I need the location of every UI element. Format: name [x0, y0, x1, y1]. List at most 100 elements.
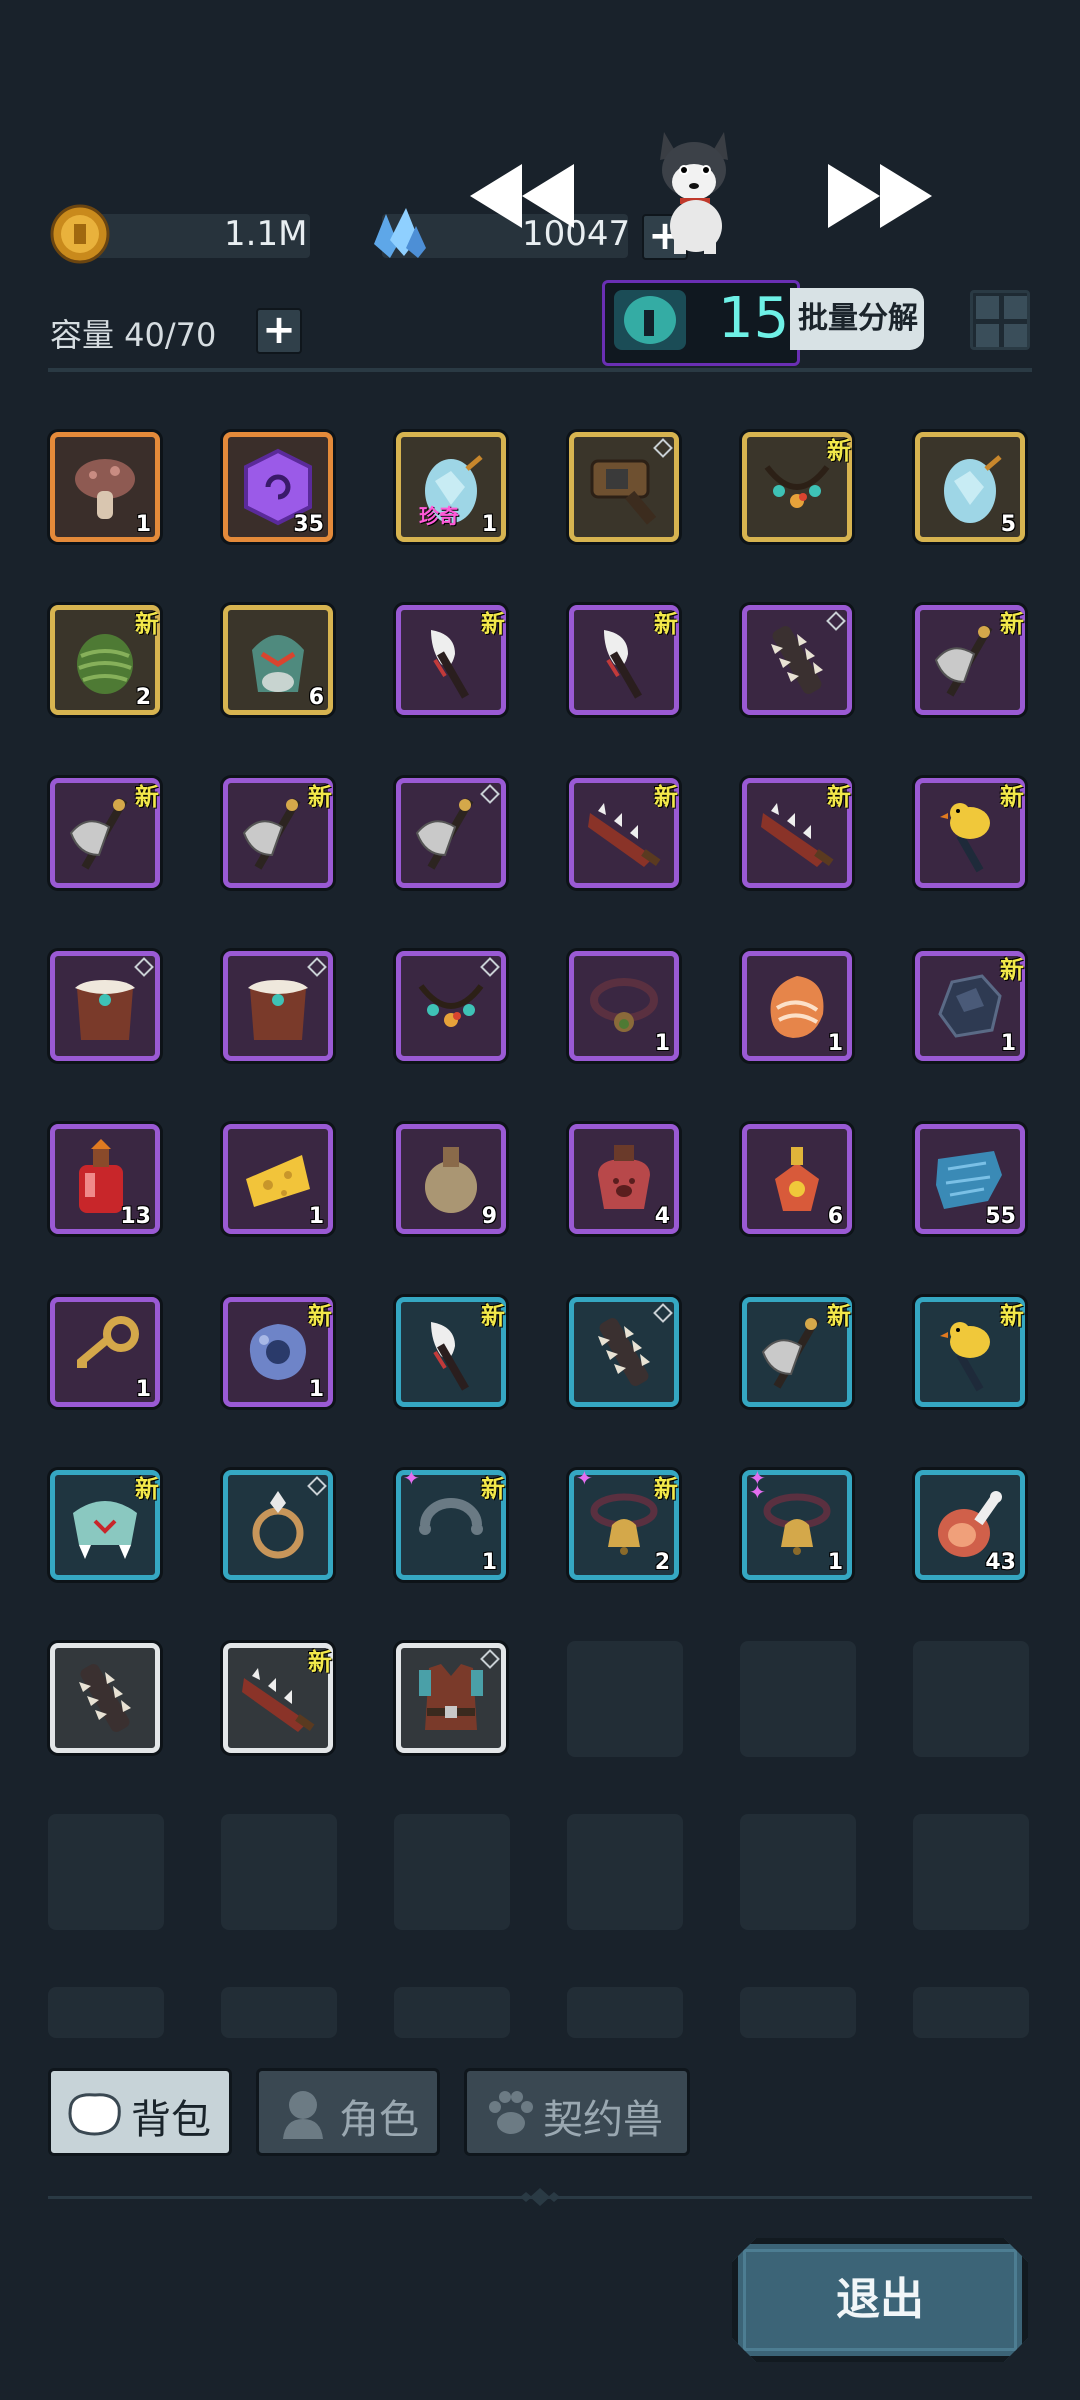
gem-icon [374, 208, 426, 258]
bell-collar-icon [763, 1493, 831, 1555]
backpack-icon [68, 2093, 121, 2136]
exit-button[interactable]: 退出 [732, 2238, 1028, 2362]
inventory-slot[interactable]: 新 [742, 432, 852, 542]
inventory-slot[interactable]: 新 [223, 778, 333, 888]
inventory-slot[interactable]: 6 [223, 605, 333, 715]
inventory-slot[interactable]: 35 [223, 432, 333, 542]
spiked-club-icon [771, 626, 823, 694]
inventory-slot[interactable]: 珍奇 1 [396, 432, 506, 542]
new-badge: 新 [1000, 956, 1024, 984]
rewind-icon[interactable] [466, 160, 578, 232]
inventory-slot[interactable]: ✦ 新 2 [569, 1468, 679, 1580]
fast-forward-icon[interactable] [824, 160, 936, 232]
inventory-slot[interactable]: 新 [742, 1297, 852, 1407]
inventory-slot[interactable]: 1 [50, 1297, 160, 1407]
inventory-slot[interactable]: 43 [915, 1470, 1025, 1580]
inventory-slot[interactable]: 5 [915, 432, 1025, 542]
item-count: 1 [827, 1550, 843, 1575]
inventory-slot[interactable]: 新 [396, 605, 506, 715]
inventory-slot[interactable]: 1 [742, 951, 852, 1061]
inventory-slot[interactable]: 新 [569, 778, 679, 888]
inventory-slot[interactable]: 新 [50, 778, 160, 888]
tab-label: 角色 [339, 2097, 419, 2143]
inventory-slot[interactable]: 新1 [223, 1297, 333, 1407]
inventory-slot[interactable] [223, 1470, 333, 1580]
empty-slot[interactable] [221, 1814, 337, 1930]
empty-slot[interactable] [48, 1814, 164, 1930]
inventory-slot[interactable] [223, 951, 333, 1061]
inventory-slot[interactable]: 1 [223, 1124, 333, 1234]
inventory-slot[interactable] [396, 1643, 506, 1753]
jagged-blade-icon [588, 803, 661, 867]
inventory-slot[interactable]: 新 [915, 1297, 1025, 1407]
inventory-slot[interactable]: ✦ 新 1 [396, 1466, 506, 1580]
inventory-slot[interactable]: 新 [915, 778, 1025, 888]
item-count: 1 [481, 512, 497, 537]
inventory-slot[interactable]: 1 [50, 432, 160, 542]
tab-character[interactable]: 角色 [256, 2068, 440, 2156]
battle-axe-icon [934, 625, 993, 697]
inventory-slot[interactable] [396, 778, 506, 888]
empty-slot[interactable] [740, 1641, 856, 1757]
add-capacity-button[interactable]: + [256, 308, 302, 354]
batch-decompose-button[interactable]: 批量分解 [790, 288, 924, 350]
new-badge: 新 [827, 437, 851, 465]
inventory-slot[interactable]: 新 [915, 605, 1025, 715]
empty-slot[interactable] [913, 1814, 1029, 1930]
empty-slot[interactable] [740, 1987, 856, 2038]
gold-value: 1.1M [224, 214, 308, 254]
new-badge: 新 [135, 1475, 159, 1503]
inventory-slot[interactable]: 新2 [50, 605, 160, 715]
inventory-slot[interactable]: 13 [50, 1124, 160, 1234]
item-count: 1 [1000, 1031, 1016, 1056]
new-badge: 新 [654, 783, 678, 811]
inventory-slot[interactable]: 9 [396, 1124, 506, 1234]
tab-contract-beast[interactable]: 契约兽 [464, 2068, 690, 2156]
empty-slot[interactable] [567, 1987, 683, 2038]
empty-slot[interactable] [394, 1987, 510, 2038]
inventory-slot[interactable]: 新 [396, 1297, 506, 1407]
tab-backpack[interactable]: 背包 [48, 2068, 232, 2156]
inventory-slot[interactable]: 55 [915, 1124, 1025, 1234]
cheese-icon [246, 1155, 310, 1207]
new-badge: 新 [654, 1475, 678, 1503]
inventory-slot[interactable] [742, 605, 852, 715]
item-count: 6 [827, 1204, 843, 1229]
inventory-slot[interactable]: 新 [50, 1470, 160, 1580]
jagged-blade-icon [761, 803, 834, 867]
inventory-slot[interactable]: 新 [569, 605, 679, 715]
amulet-icon [764, 465, 830, 508]
duck-mace-icon [940, 1322, 990, 1392]
empty-slot[interactable] [567, 1641, 683, 1757]
empty-slot[interactable] [740, 1814, 856, 1930]
empty-slot[interactable] [913, 1641, 1029, 1757]
batch-count: 15 [718, 286, 790, 351]
inventory-slot[interactable]: ✦ ✦ 1 [742, 1468, 852, 1580]
inventory-slot[interactable] [50, 1643, 160, 1753]
empty-slot[interactable] [913, 1987, 1029, 2038]
inventory-slot[interactable] [569, 1297, 679, 1407]
item-count: 2 [135, 685, 151, 710]
gold-coin-icon [50, 204, 110, 264]
inventory-slot[interactable] [50, 951, 160, 1061]
empty-slot[interactable] [394, 1814, 510, 1930]
battle-axe-icon [242, 798, 301, 870]
fang-helmet-icon [73, 1501, 137, 1559]
inventory-slot[interactable]: 4 [569, 1124, 679, 1234]
inventory-slot[interactable]: 新 [742, 778, 852, 888]
item-count: 4 [654, 1204, 670, 1229]
fur-armor-icon [248, 980, 308, 1040]
inventory-slot[interactable]: 新1 [915, 951, 1025, 1061]
empty-slot[interactable] [567, 1814, 683, 1930]
empty-slot[interactable] [48, 1987, 164, 2038]
sparkle-icon: ✦ [403, 1466, 420, 1490]
inventory-slot[interactable]: 6 [742, 1124, 852, 1234]
inventory-slot[interactable]: 1 [569, 951, 679, 1061]
inventory-slot[interactable] [569, 432, 679, 542]
inventory-slot[interactable]: 新 [223, 1643, 333, 1753]
bell-collar-icon [590, 1493, 658, 1555]
empty-slot[interactable] [221, 1987, 337, 2038]
inventory-slot[interactable] [396, 951, 506, 1061]
grid-view-icon[interactable] [970, 290, 1030, 350]
item-count: 1 [308, 1204, 324, 1229]
